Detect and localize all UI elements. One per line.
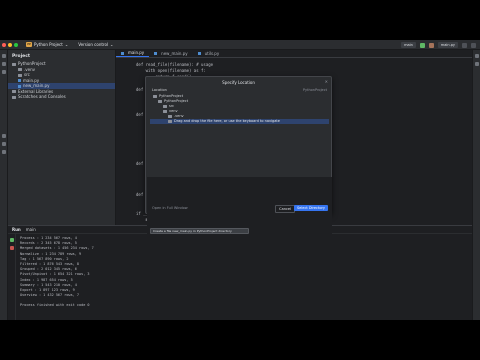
python-file-icon <box>18 84 21 88</box>
project-badge: PP <box>26 42 32 47</box>
tree-item-label: External Libraries <box>18 88 54 94</box>
chevron-down-icon: ⌄ <box>64 42 69 47</box>
current-file-chip[interactable]: main.py <box>437 42 458 48</box>
folder-icon <box>18 68 22 71</box>
python-file-icon <box>154 52 158 55</box>
directory-item-label: PythonProject <box>159 94 184 98</box>
tree-item-label: main.py <box>23 77 40 83</box>
create-file-tooltip: Create a file new_main.py in PythonProje… <box>150 228 249 234</box>
directory-item-label: venv <box>169 109 178 113</box>
tree-item-label: PythonProject <box>18 61 46 66</box>
run-tool-icon[interactable] <box>2 142 6 146</box>
gear-icon[interactable] <box>471 42 476 48</box>
dialog-title: Specify Location <box>222 80 255 85</box>
directory-item-label: PythonProject <box>164 99 189 103</box>
tree-item-label: new_main.py <box>23 83 50 88</box>
commit-tool-icon[interactable] <box>2 62 6 66</box>
editor-tab[interactable]: main.py <box>116 50 150 57</box>
close-window-icon[interactable] <box>2 42 6 47</box>
directory-tree: PythonProject PythonProject src venv .venv Dr… <box>150 94 329 132</box>
vcs-label: Version control <box>78 42 109 47</box>
project-selector[interactable]: PP Python Project ⌄ <box>26 42 68 47</box>
root-hint: PythonProject <box>302 88 327 92</box>
code-line: with open(filename) as f: <box>136 68 206 74</box>
folder-icon <box>158 99 162 103</box>
tree-item-label: src <box>24 72 30 77</box>
folder-icon <box>163 104 167 108</box>
right-tool-stripe <box>472 50 480 320</box>
project-name: Python Project <box>34 42 63 47</box>
rerun-icon[interactable] <box>10 238 14 242</box>
titlebar-right-tools: main main.py <box>401 42 476 48</box>
folder-icon <box>168 119 172 123</box>
python-file-icon <box>121 51 124 55</box>
search-icon[interactable] <box>462 42 467 48</box>
project-panel-title: Project <box>12 54 31 59</box>
maximize-window-icon[interactable] <box>14 42 18 47</box>
folder-icon <box>18 73 22 77</box>
scratch-icon <box>12 95 16 99</box>
cancel-button[interactable]: Cancel <box>275 205 295 213</box>
folder-icon <box>153 94 157 98</box>
code-line: def read_file(filename): # usage <box>136 62 214 67</box>
debug-icon[interactable] <box>428 42 434 48</box>
editor-tab-label: main.py <box>128 50 145 55</box>
project-tool-window: Project PythonProject .venv src main.py new_… <box>8 50 116 225</box>
title-bar: PP Python Project ⌄ Version control ⌄ ma… <box>0 40 480 50</box>
run-panel-title: Run <box>12 227 21 232</box>
open-full-window-link[interactable]: Open in Full Window <box>152 206 188 210</box>
project-tool-icon[interactable] <box>2 54 6 58</box>
run-output: Process : 1 234 567 rows, 4 Records : 2 3… <box>20 236 94 309</box>
minimize-window-icon[interactable] <box>8 42 12 47</box>
run-config-selector[interactable]: main <box>401 42 416 48</box>
tree-item-label: Scratches and Consoles <box>18 94 66 99</box>
project-tree: PythonProject .venv src main.py new_main.py E… <box>8 61 115 100</box>
vcs-widget[interactable]: Version control ⌄ <box>78 42 113 47</box>
left-tool-stripe <box>0 50 8 320</box>
directory-item-label: Drag and drop the file here, or use the … <box>174 119 280 123</box>
library-icon <box>12 90 16 93</box>
editor-tabs: main.py new_main.py utils.py <box>116 50 472 58</box>
code-line: def <box>136 111 144 117</box>
editor-tab-label: utils.py <box>204 50 220 56</box>
database-tool-icon[interactable] <box>475 62 479 66</box>
structure-tool-icon[interactable] <box>2 70 6 74</box>
folder-icon <box>168 114 172 118</box>
chevron-down-icon: ⌄ <box>110 42 114 47</box>
tree-item-label: .venv <box>24 66 36 72</box>
output-line: Pivot/Unpivot : 1 654 321 rows, 3 <box>20 272 90 277</box>
python-file-icon <box>197 52 201 55</box>
tree-item[interactable]: Scratches and Consoles <box>8 94 115 100</box>
directory-item-label: src <box>169 104 175 108</box>
close-icon[interactable]: ✕ <box>325 79 328 84</box>
editor-tab[interactable]: new_main.py <box>149 50 192 57</box>
run-icon[interactable] <box>419 42 425 48</box>
folder-icon <box>12 62 16 66</box>
python-file-icon <box>18 79 21 82</box>
stop-icon[interactable] <box>10 246 14 250</box>
output-line: Process finished with exit code 0 <box>20 303 90 308</box>
folder-icon <box>163 109 167 113</box>
terminal-tool-icon[interactable] <box>2 150 6 154</box>
output-line: Merged datasets : 1 456 234 rows, 7 <box>20 246 94 251</box>
directory-item-label: .venv <box>174 114 184 118</box>
editor-tab-label: new_main.py <box>161 50 188 56</box>
editor-tab[interactable]: utils.py <box>193 50 225 57</box>
directory-item[interactable]: Drag and drop the file here, or use the … <box>150 119 329 124</box>
location-label: Location <box>152 88 167 92</box>
dialog-footer: Open in Full Window Cancel Select Direct… <box>146 203 331 213</box>
specify-location-dialog: Specify Location ✕ Location PythonProjec… <box>145 76 332 241</box>
select-directory-button[interactable]: Select Directory <box>293 205 328 211</box>
run-toolbar <box>8 234 16 320</box>
python-packages-icon[interactable] <box>2 134 6 138</box>
run-tab[interactable]: main <box>26 227 36 232</box>
notifications-icon[interactable] <box>475 54 479 58</box>
